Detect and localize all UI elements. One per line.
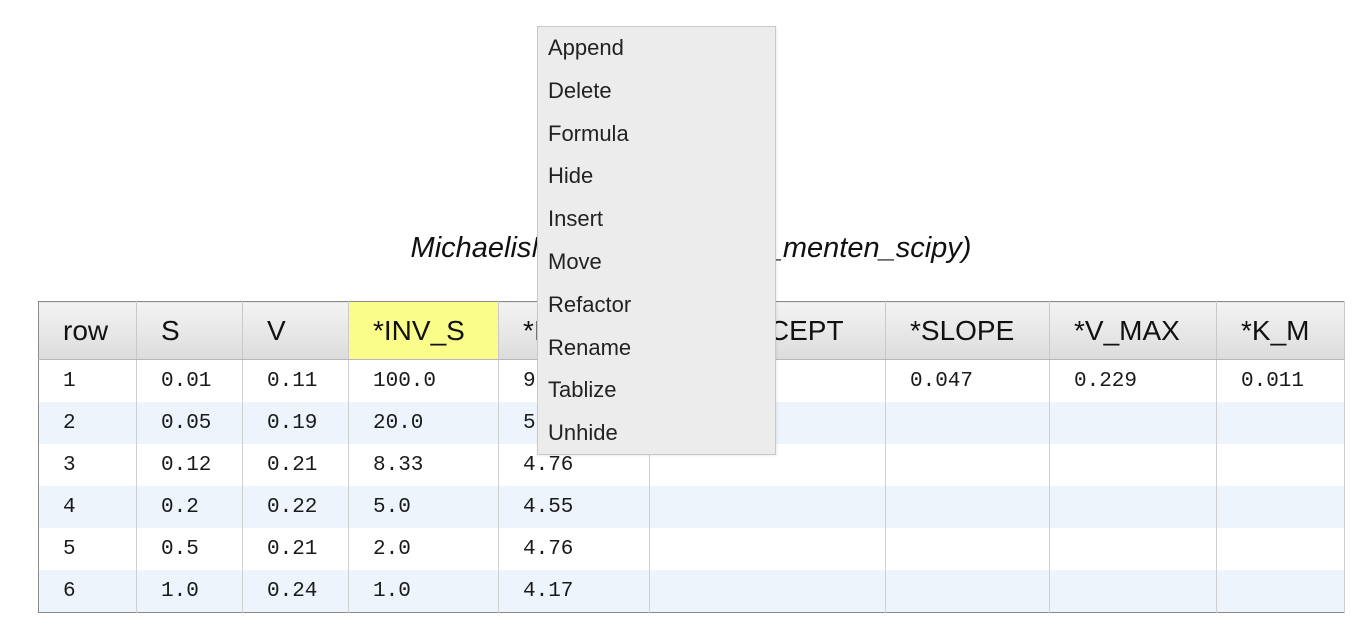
table-cell[interactable]: 0.229 [1049, 359, 1217, 402]
menu-item-tablize[interactable]: Tablize [538, 374, 775, 417]
table-row: 5 0.5 0.21 2.0 4.76 [38, 528, 1345, 570]
menu-item-delete[interactable]: Delete [538, 75, 775, 118]
table-cell[interactable] [885, 444, 1050, 486]
table-cell[interactable] [1049, 528, 1217, 570]
table-cell[interactable]: 3 [38, 444, 137, 486]
table-cell[interactable]: 0.21 [242, 444, 349, 486]
table-cell[interactable]: 1.0 [348, 570, 499, 613]
table-cell[interactable] [1049, 570, 1217, 613]
column-header-s[interactable]: S [136, 301, 243, 360]
table-cell[interactable]: 6 [38, 570, 137, 613]
table-cell[interactable]: 0.24 [242, 570, 349, 613]
table-cell[interactable]: 1 [38, 359, 137, 402]
table-cell[interactable]: 0.12 [136, 444, 243, 486]
table-cell[interactable]: 2 [38, 402, 137, 444]
table-cell[interactable] [649, 486, 886, 528]
table-cell[interactable] [1216, 570, 1345, 613]
table-cell[interactable]: 0.21 [242, 528, 349, 570]
table-cell[interactable] [1216, 402, 1345, 444]
table-cell[interactable]: 100.0 [348, 359, 499, 402]
menu-item-refactor[interactable]: Refactor [538, 289, 775, 332]
table-row: 6 1.0 0.24 1.0 4.17 [38, 570, 1345, 613]
table-cell[interactable] [649, 570, 886, 613]
table-cell[interactable]: 8.33 [348, 444, 499, 486]
menu-item-append[interactable]: Append [538, 32, 775, 75]
column-header-row[interactable]: row [38, 301, 137, 360]
table-cell[interactable] [885, 528, 1050, 570]
table-cell[interactable]: 0.22 [242, 486, 349, 528]
table-cell[interactable]: 4 [38, 486, 137, 528]
table-cell[interactable] [885, 570, 1050, 613]
table-row: 4 0.2 0.22 5.0 4.55 [38, 486, 1345, 528]
table-cell[interactable]: 20.0 [348, 402, 499, 444]
menu-item-move[interactable]: Move [538, 246, 775, 289]
menu-item-insert[interactable]: Insert [538, 203, 775, 246]
table-cell[interactable]: 0.05 [136, 402, 243, 444]
table-cell[interactable] [885, 486, 1050, 528]
menu-item-unhide[interactable]: Unhide [538, 417, 775, 460]
table-cell[interactable]: 0.5 [136, 528, 243, 570]
table-cell[interactable] [885, 402, 1050, 444]
table-cell[interactable]: 4.55 [498, 486, 650, 528]
table-cell[interactable]: 0.19 [242, 402, 349, 444]
table-cell[interactable] [1049, 402, 1217, 444]
table-cell[interactable] [1216, 444, 1345, 486]
table-cell[interactable] [1049, 486, 1217, 528]
table-cell[interactable]: 0.01 [136, 359, 243, 402]
table-cell[interactable]: 5 [38, 528, 137, 570]
table-cell[interactable] [649, 528, 886, 570]
table-cell[interactable] [1216, 486, 1345, 528]
column-header-v-max[interactable]: *V_MAX [1049, 301, 1217, 360]
column-header-v[interactable]: V [242, 301, 349, 360]
column-header-inv-s[interactable]: *INV_S [348, 301, 499, 360]
table-cell[interactable] [1216, 528, 1345, 570]
table-cell[interactable]: 4.76 [498, 528, 650, 570]
table-cell[interactable]: 4.17 [498, 570, 650, 613]
table-cell[interactable]: 5.0 [348, 486, 499, 528]
menu-item-formula[interactable]: Formula [538, 118, 775, 161]
table-cell[interactable]: 0.2 [136, 486, 243, 528]
table-cell[interactable] [1049, 444, 1217, 486]
menu-item-rename[interactable]: Rename [538, 332, 775, 375]
table-cell[interactable]: 2.0 [348, 528, 499, 570]
table-cell[interactable]: 1.0 [136, 570, 243, 613]
table-cell[interactable]: 0.11 [242, 359, 349, 402]
column-context-menu: Append Delete Formula Hide Insert Move R… [537, 26, 776, 455]
table-cell[interactable]: 0.047 [885, 359, 1050, 402]
column-header-k-m[interactable]: *K_M [1216, 301, 1345, 360]
menu-item-hide[interactable]: Hide [538, 160, 775, 203]
column-header-slope[interactable]: *SLOPE [885, 301, 1050, 360]
table-cell[interactable]: 0.011 [1216, 359, 1345, 402]
